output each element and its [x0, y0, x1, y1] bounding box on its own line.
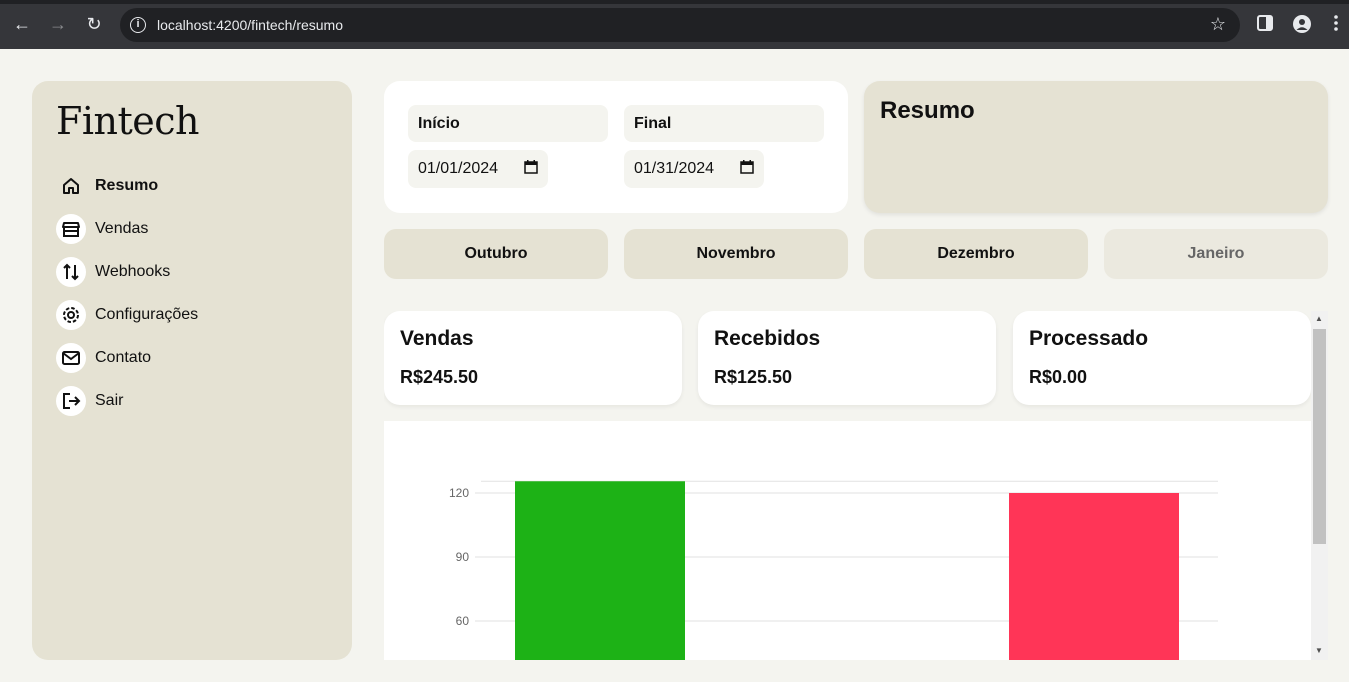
stat-value: R$0.00 — [1029, 367, 1088, 387]
sidebar-item-configuracoes[interactable]: Configurações — [56, 293, 198, 336]
month-button-outubro[interactable]: Outubro — [384, 229, 608, 279]
app-logo[interactable]: Fintech — [56, 99, 200, 143]
sidebar: Fintech Resumo Vendas Webhooks Configura… — [32, 81, 352, 660]
chart-bar — [515, 481, 685, 660]
y-tick-label: 90 — [456, 550, 470, 564]
month-button-dezembro[interactable]: Dezembro — [864, 229, 1088, 279]
sidebar-item-label: Contato — [95, 348, 152, 366]
reload-icon[interactable]: ↻ — [84, 14, 104, 34]
sidebar-item-label: Vendas — [95, 219, 149, 237]
date-range-card: Início 01/01/2024 Final 01/31/2024 — [384, 81, 848, 213]
sidebar-item-label: Sair — [95, 391, 124, 409]
end-date-input[interactable]: 01/31/2024 — [624, 150, 764, 188]
page-title-card: Resumo — [864, 81, 1328, 213]
sidebar-item-label: Configurações — [95, 305, 199, 323]
store-icon — [56, 213, 86, 244]
stat-card-processado: Processado R$0.00 — [1013, 311, 1311, 405]
home-icon — [56, 171, 86, 201]
start-date-value[interactable]: 01/01/2024 — [418, 160, 498, 178]
stat-card-vendas: Vendas R$245.50 — [384, 311, 682, 405]
tab-strip — [0, 0, 1349, 4]
start-date-group: Início 01/01/2024 — [408, 105, 608, 188]
stat-title: Vendas — [400, 327, 474, 350]
scroll-down-arrow-icon[interactable]: ▼ — [1315, 646, 1323, 655]
logout-icon — [56, 385, 86, 416]
sidebar-item-sair[interactable]: Sair — [56, 379, 198, 422]
arrows-updown-icon — [56, 256, 86, 287]
sidebar-item-label: Resumo — [95, 176, 159, 194]
end-date-label: Final — [624, 105, 824, 142]
stat-title: Recebidos — [714, 327, 821, 350]
sidebar-item-vendas[interactable]: Vendas — [56, 207, 198, 250]
content-scroll-area[interactable]: Vendas R$245.50 Recebidos R$125.50 Proce… — [384, 311, 1328, 660]
bar-chart: 120 90 60 — [449, 480, 1218, 660]
y-tick-label: 120 — [449, 486, 469, 500]
chart-card: 120 90 60 — [384, 421, 1311, 660]
scrollbar-thumb[interactable] — [1313, 329, 1326, 544]
stat-value: R$245.50 — [400, 367, 479, 387]
side-panel-icon[interactable] — [1257, 15, 1273, 36]
sidebar-item-contato[interactable]: Contato — [56, 336, 198, 379]
more-menu-icon[interactable] — [1333, 14, 1339, 37]
stat-card-recebidos: Recebidos R$125.50 — [698, 311, 996, 405]
url-text[interactable]: localhost:4200/fintech/resumo — [157, 17, 343, 33]
gear-icon — [56, 299, 86, 330]
sidebar-item-label: Webhooks — [95, 262, 171, 280]
site-info-icon[interactable]: i — [130, 17, 146, 33]
mail-icon — [56, 342, 86, 373]
address-bar[interactable]: i localhost:4200/fintech/resumo ☆ — [120, 8, 1240, 42]
end-date-group: Final 01/31/2024 — [624, 105, 824, 188]
start-date-label: Início — [408, 105, 608, 142]
page-title: Resumo — [880, 97, 975, 124]
calendar-icon[interactable] — [524, 159, 538, 179]
chart-bar — [1009, 493, 1179, 660]
bookmark-star-icon[interactable]: ☆ — [1210, 14, 1226, 35]
sidebar-item-resumo[interactable]: Resumo — [56, 164, 198, 207]
profile-icon[interactable] — [1293, 15, 1311, 38]
vertical-scrollbar[interactable]: ▲ ▼ — [1311, 311, 1328, 660]
end-date-value[interactable]: 01/31/2024 — [634, 160, 714, 178]
start-date-input[interactable]: 01/01/2024 — [408, 150, 548, 188]
browser-toolbar: ← → ↻ i localhost:4200/fintech/resumo ☆ — [0, 0, 1349, 49]
sidebar-menu: Resumo Vendas Webhooks Configurações Con… — [56, 164, 198, 422]
back-icon[interactable]: ← — [12, 14, 32, 34]
stat-value: R$125.50 — [714, 367, 793, 387]
stat-title: Processado — [1029, 327, 1149, 350]
y-tick-label: 60 — [456, 614, 470, 628]
forward-icon[interactable]: → — [48, 14, 68, 34]
calendar-icon[interactable] — [740, 159, 754, 179]
sidebar-item-webhooks[interactable]: Webhooks — [56, 250, 198, 293]
month-button-janeiro[interactable]: Janeiro — [1104, 229, 1328, 279]
scroll-up-arrow-icon[interactable]: ▲ — [1315, 314, 1323, 323]
month-button-novembro[interactable]: Novembro — [624, 229, 848, 279]
